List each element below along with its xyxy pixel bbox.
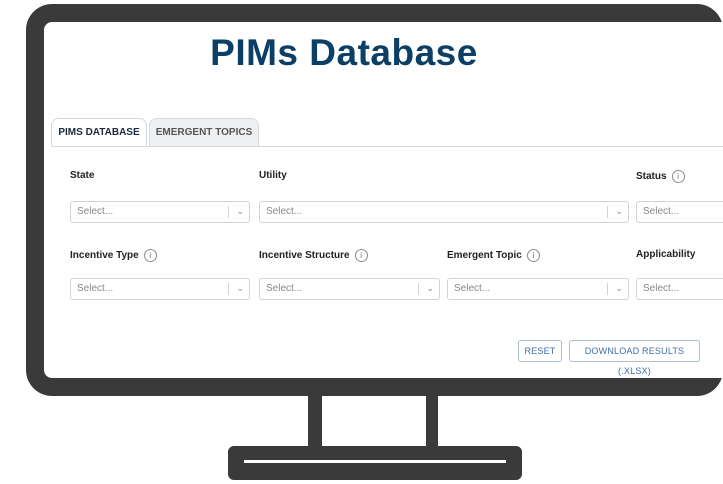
- emergent-topic-label-text: Emergent Topic: [447, 250, 522, 261]
- incentive-structure-label: Incentive Structure i: [259, 249, 368, 262]
- incentive-type-select[interactable]: Select... ⌄: [70, 278, 250, 300]
- select-separator: [607, 283, 608, 295]
- chevron-down-icon[interactable]: ⌄: [236, 202, 244, 222]
- monitor-base: [228, 446, 522, 480]
- state-label: State: [70, 170, 94, 181]
- status-label-text: Status: [636, 171, 667, 182]
- select-separator: [228, 283, 229, 295]
- select-separator: [228, 206, 229, 218]
- incentive-structure-select[interactable]: Select... ⌄: [259, 278, 440, 300]
- status-label: Status i: [636, 170, 685, 183]
- emergent-topic-label: Emergent Topic i: [447, 249, 540, 262]
- status-select[interactable]: Select...: [636, 201, 723, 223]
- select-separator: [418, 283, 419, 295]
- incentive-type-label-text: Incentive Type: [70, 250, 139, 261]
- chevron-down-icon[interactable]: ⌄: [615, 279, 623, 299]
- utility-label-text: Utility: [259, 170, 287, 181]
- applicability-select[interactable]: Select...: [636, 278, 723, 300]
- applicability-select-placeholder: Select...: [643, 283, 680, 294]
- applicability-label: Applicability: [636, 249, 695, 260]
- incentive-type-label: Incentive Type i: [70, 249, 157, 262]
- info-icon[interactable]: i: [671, 170, 685, 183]
- page-title: PIMs Database: [210, 32, 478, 73]
- incentive-type-select-placeholder: Select...: [77, 283, 114, 294]
- state-select-placeholder: Select...: [77, 206, 114, 217]
- tab-bar: PIMS DATABASE EMERGENT TOPICS: [51, 118, 723, 148]
- tab-emergent-topics[interactable]: EMERGENT TOPICS: [149, 118, 259, 146]
- emergent-topic-select[interactable]: Select... ⌄: [447, 278, 629, 300]
- utility-select-placeholder: Select...: [266, 206, 303, 217]
- chevron-down-icon[interactable]: ⌄: [426, 279, 434, 299]
- state-label-text: State: [70, 170, 95, 181]
- utility-label: Utility: [259, 170, 287, 181]
- tab-pims-database[interactable]: PIMS DATABASE: [51, 118, 147, 146]
- chevron-down-icon[interactable]: ⌄: [236, 279, 244, 299]
- select-separator: [607, 206, 608, 218]
- incentive-structure-label-text: Incentive Structure: [259, 250, 350, 261]
- applicability-label-text: Applicability: [636, 249, 696, 260]
- download-results-button[interactable]: DOWNLOAD RESULTS (.XLSX): [569, 340, 700, 376]
- monitor-base-line: [244, 460, 506, 463]
- incentive-structure-select-placeholder: Select...: [266, 283, 303, 294]
- state-select[interactable]: Select... ⌄: [70, 201, 250, 223]
- monitor-screen: PIMs Database PIMS DATABASE EMERGENT TOP…: [44, 22, 723, 378]
- monitor-neck-inner: [322, 396, 426, 448]
- chevron-down-icon[interactable]: ⌄: [615, 202, 623, 222]
- status-select-placeholder: Select...: [643, 206, 680, 217]
- emergent-topic-select-placeholder: Select...: [454, 283, 491, 294]
- reset-button[interactable]: RESET: [518, 340, 562, 362]
- info-icon[interactable]: i: [526, 249, 540, 262]
- utility-select[interactable]: Select... ⌄: [259, 201, 629, 223]
- info-icon[interactable]: i: [354, 249, 368, 262]
- info-icon[interactable]: i: [143, 249, 157, 262]
